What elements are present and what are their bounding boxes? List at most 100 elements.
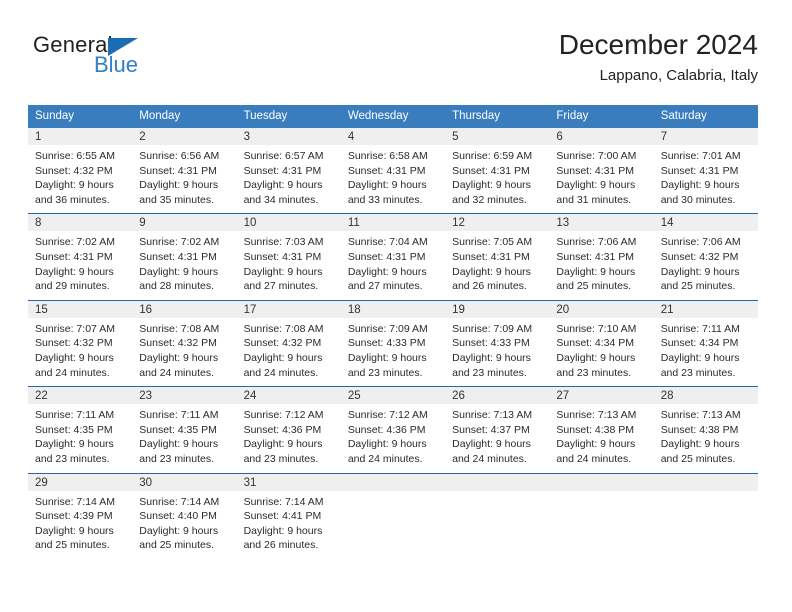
calendar-page: General Blue December 2024 Lappano, Cala… bbox=[0, 0, 792, 612]
day-number: 19 bbox=[445, 300, 550, 318]
day-detail-line: Sunset: 4:31 PM bbox=[35, 250, 113, 263]
day-details: Sunrise: 7:00 AM Sunset: 4:31 PM Daylight:… bbox=[549, 145, 653, 213]
day-detail-line: Sunrise: 7:00 AM bbox=[556, 150, 637, 162]
day-detail-line: and 24 minutes. bbox=[452, 452, 527, 465]
day-detail-line: Daylight: 9 hours bbox=[660, 179, 740, 192]
day-detail-line: Sunset: 4:39 PM bbox=[35, 510, 113, 523]
day-detail-line: Daylight: 9 hours bbox=[347, 265, 427, 278]
day-details bbox=[549, 491, 653, 501]
calendar-day-cell[interactable]: 2 Sunrise: 6:56 AM Sunset: 4:31 PM Daylight… bbox=[132, 128, 237, 213]
calendar-day-cell[interactable]: 8 Sunrise: 7:02 AM Sunset: 4:31 PM Daylight… bbox=[28, 214, 133, 299]
calendar-day-cell[interactable]: 20 Sunrise: 7:10 AM Sunset: 4:34 PM Dayligh… bbox=[549, 300, 654, 386]
day-detail-line: Sunset: 4:31 PM bbox=[660, 164, 739, 177]
day-detail-line: and 24 minutes. bbox=[243, 366, 319, 379]
day-detail-line: Sunset: 4:31 PM bbox=[556, 250, 635, 263]
calendar-day-cell[interactable]: 28 Sunrise: 7:13 AM Sunset: 4:38 PM Dayligh… bbox=[653, 387, 758, 472]
day-detail-line: Daylight: 9 hours bbox=[660, 351, 740, 364]
calendar-day-cell[interactable]: 27 Sunrise: 7:13 AM Sunset: 4:38 PM Dayligh… bbox=[549, 387, 654, 472]
day-detail-line: Daylight: 9 hours bbox=[347, 438, 427, 451]
day-detail-line: Sunrise: 7:06 AM bbox=[556, 236, 637, 249]
day-detail-line: Daylight: 9 hours bbox=[35, 351, 114, 364]
day-details: Sunrise: 7:01 AM Sunset: 4:31 PM Daylight:… bbox=[654, 145, 758, 213]
weekday-header-wednesday: Wednesday bbox=[347, 110, 409, 122]
day-detail-line: Daylight: 9 hours bbox=[35, 179, 114, 192]
day-detail-line: Sunrise: 7:11 AM bbox=[35, 409, 115, 422]
day-detail-line: Sunrise: 6:57 AM bbox=[243, 150, 324, 162]
day-detail-line: and 23 minutes. bbox=[35, 452, 110, 465]
calendar-day-cell[interactable]: 21 Sunrise: 7:11 AM Sunset: 4:34 PM Dayligh… bbox=[653, 300, 758, 386]
calendar-week-row: 29 Sunrise: 7:14 AM Sunset: 4:39 PM Dayligh… bbox=[28, 472, 758, 559]
day-number bbox=[549, 473, 654, 491]
calendar-day-cell[interactable]: 24 Sunrise: 7:12 AM Sunset: 4:36 PM Dayligh… bbox=[236, 387, 341, 472]
weekday-header-friday: Friday bbox=[556, 110, 589, 122]
calendar-day-cell[interactable]: 19 Sunrise: 7:09 AM Sunset: 4:33 PM Dayligh… bbox=[445, 300, 550, 386]
calendar-day-cell[interactable]: 9 Sunrise: 7:02 AM Sunset: 4:31 PM Daylight… bbox=[132, 214, 237, 299]
calendar-day-cell[interactable]: 15 Sunrise: 7:07 AM Sunset: 4:32 PM Dayligh… bbox=[28, 300, 133, 386]
calendar-day-cell[interactable]: 31 Sunrise: 7:14 AM Sunset: 4:41 PM Dayligh… bbox=[236, 473, 341, 559]
day-detail-line: and 24 minutes. bbox=[35, 366, 110, 379]
day-details: Sunrise: 7:14 AM Sunset: 4:40 PM Daylight:… bbox=[132, 491, 236, 559]
day-details: Sunrise: 6:55 AM Sunset: 4:32 PM Daylight:… bbox=[28, 145, 132, 213]
day-detail-line: Sunrise: 7:04 AM bbox=[347, 236, 428, 249]
day-detail-line: and 26 minutes. bbox=[452, 280, 527, 293]
day-number: 12 bbox=[445, 214, 550, 232]
day-detail-line: Daylight: 9 hours bbox=[139, 438, 219, 451]
day-detail-line: Sunrise: 7:07 AM bbox=[35, 322, 115, 335]
day-details: Sunrise: 7:11 AM Sunset: 4:35 PM Daylight:… bbox=[132, 404, 236, 472]
generalblue-logo[interactable]: General Blue bbox=[33, 32, 203, 88]
day-detail-line: Daylight: 9 hours bbox=[556, 179, 636, 192]
day-detail-line: Sunset: 4:40 PM bbox=[139, 510, 217, 523]
day-detail-line: Sunset: 4:36 PM bbox=[347, 423, 426, 436]
day-detail-line: Daylight: 9 hours bbox=[139, 524, 219, 537]
day-number: 9 bbox=[132, 214, 237, 232]
day-details: Sunrise: 7:03 AM Sunset: 4:31 PM Daylight:… bbox=[237, 231, 341, 299]
calendar-day-cell[interactable]: 3 Sunrise: 6:57 AM Sunset: 4:31 PM Daylight… bbox=[236, 128, 341, 213]
calendar-day-cell[interactable]: 29 Sunrise: 7:14 AM Sunset: 4:39 PM Dayligh… bbox=[28, 473, 133, 559]
calendar-day-cell[interactable]: 11 Sunrise: 7:04 AM Sunset: 4:31 PM Dayligh… bbox=[340, 214, 446, 299]
calendar-day-cell[interactable]: 22 Sunrise: 7:11 AM Sunset: 4:35 PM Dayligh… bbox=[28, 387, 133, 472]
day-number: 10 bbox=[236, 214, 341, 232]
calendar-week-row: 1 Sunrise: 6:55 AM Sunset: 4:32 PM Daylight… bbox=[28, 128, 758, 214]
calendar-day-cell[interactable]: 25 Sunrise: 7:12 AM Sunset: 4:36 PM Dayligh… bbox=[340, 387, 446, 472]
day-detail-line: Sunrise: 6:56 AM bbox=[139, 150, 220, 162]
calendar-day-cell[interactable]: 7 Sunrise: 7:01 AM Sunset: 4:31 PM Daylight… bbox=[653, 128, 758, 213]
day-detail-line: Sunrise: 6:58 AM bbox=[347, 150, 428, 162]
calendar-day-cell[interactable]: 16 Sunrise: 7:08 AM Sunset: 4:32 PM Dayligh… bbox=[132, 300, 237, 386]
day-detail-line: Sunrise: 7:10 AM bbox=[556, 322, 637, 335]
calendar-day-cell[interactable]: 18 Sunrise: 7:09 AM Sunset: 4:33 PM Dayligh… bbox=[340, 300, 446, 386]
day-number: 24 bbox=[236, 387, 341, 405]
day-detail-line: Sunset: 4:31 PM bbox=[556, 164, 635, 177]
calendar-day-cell[interactable]: 23 Sunrise: 7:11 AM Sunset: 4:35 PM Dayligh… bbox=[132, 387, 237, 472]
day-detail-line: and 25 minutes. bbox=[660, 452, 736, 465]
page-header: General Blue December 2024 Lappano, Cala… bbox=[28, 28, 758, 90]
calendar-day-cell[interactable]: 13 Sunrise: 7:06 AM Sunset: 4:31 PM Dayligh… bbox=[549, 214, 654, 299]
calendar-day-cell[interactable]: 5 Sunrise: 6:59 AM Sunset: 4:31 PM Daylight… bbox=[445, 128, 550, 213]
day-detail-line: Daylight: 9 hours bbox=[452, 265, 531, 278]
calendar-day-cell[interactable]: 6 Sunrise: 7:00 AM Sunset: 4:31 PM Daylight… bbox=[549, 128, 654, 213]
day-number: 18 bbox=[340, 300, 446, 318]
day-detail-line: Sunrise: 7:01 AM bbox=[660, 150, 741, 162]
calendar-day-cell[interactable]: 14 Sunrise: 7:06 AM Sunset: 4:32 PM Dayligh… bbox=[653, 214, 758, 299]
day-detail-line: Sunset: 4:31 PM bbox=[139, 250, 217, 263]
day-detail-line: Sunset: 4:31 PM bbox=[452, 250, 530, 263]
calendar-day-cell[interactable]: 30 Sunrise: 7:14 AM Sunset: 4:40 PM Dayligh… bbox=[132, 473, 237, 559]
calendar-day-cell[interactable]: 10 Sunrise: 7:03 AM Sunset: 4:31 PM Dayligh… bbox=[236, 214, 341, 299]
day-detail-line: Sunrise: 7:11 AM bbox=[660, 322, 740, 335]
day-detail-line: Daylight: 9 hours bbox=[660, 265, 740, 278]
day-detail-line: and 23 minutes. bbox=[452, 366, 527, 379]
calendar-day-cell[interactable]: 17 Sunrise: 7:08 AM Sunset: 4:32 PM Dayligh… bbox=[236, 300, 341, 386]
day-number: 2 bbox=[132, 128, 237, 145]
weekday-header-thursday: Thursday bbox=[452, 110, 501, 122]
day-detail-line: Daylight: 9 hours bbox=[660, 438, 740, 451]
calendar-day-cell[interactable]: 1 Sunrise: 6:55 AM Sunset: 4:32 PM Daylight… bbox=[28, 128, 133, 213]
day-detail-line: and 25 minutes. bbox=[556, 280, 632, 293]
day-detail-line: and 25 minutes. bbox=[660, 280, 736, 293]
calendar-day-cell[interactable]: 4 Sunrise: 6:58 AM Sunset: 4:31 PM Daylight… bbox=[340, 128, 446, 213]
day-detail-line: Daylight: 9 hours bbox=[347, 351, 427, 364]
calendar-day-cell[interactable]: 12 Sunrise: 7:05 AM Sunset: 4:31 PM Dayligh… bbox=[445, 214, 550, 299]
day-details: Sunrise: 7:13 AM Sunset: 4:38 PM Daylight:… bbox=[549, 404, 653, 472]
day-detail-line: Sunrise: 6:55 AM bbox=[35, 150, 115, 162]
day-detail-line: Sunset: 4:32 PM bbox=[243, 337, 322, 350]
calendar-day-cell[interactable]: 26 Sunrise: 7:13 AM Sunset: 4:37 PM Dayligh… bbox=[445, 387, 550, 472]
day-number: 23 bbox=[132, 387, 237, 405]
